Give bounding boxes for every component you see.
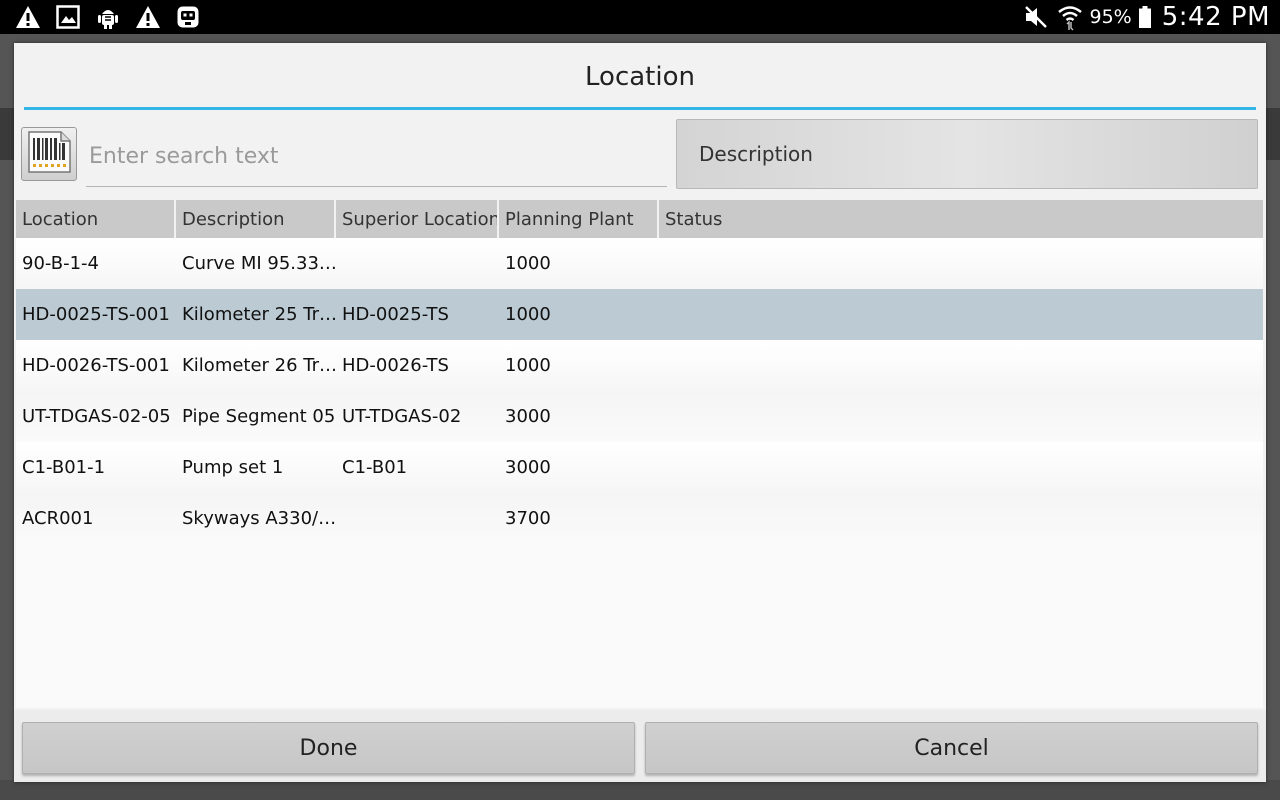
table-header: Location Description Superior Location P… <box>16 200 1263 238</box>
cell-location: UT-TDGAS-02-05 <box>22 406 171 427</box>
cell-superior-location: C1-B01 <box>342 457 408 478</box>
cell-superior-location: UT-TDGAS-02 <box>342 406 462 427</box>
cell-status <box>659 442 1263 493</box>
cell-planning-plant: 1000 <box>505 355 551 376</box>
cell-location: HD-0026-TS-001 <box>22 355 170 376</box>
status-bar: 95% 5:42 PM <box>0 0 1280 34</box>
dialog-title: Location <box>585 61 695 92</box>
dialog-footer: Done Cancel <box>14 710 1266 782</box>
cell-superior-location <box>336 238 499 289</box>
mute-icon <box>1022 3 1050 31</box>
cell-superior-location <box>336 493 499 544</box>
warning-icon <box>134 3 162 31</box>
warning-icon <box>14 3 42 31</box>
table-row[interactable]: HD-0026-TS-001 Kilometer 26 Tr… HD-0026-… <box>16 340 1263 391</box>
table-row[interactable]: UT-TDGAS-02-05 Pipe Segment 05 UT-TDGAS-… <box>16 391 1263 442</box>
cancel-button[interactable]: Cancel <box>645 722 1258 774</box>
cell-description: Kilometer 25 Tr… <box>182 304 336 325</box>
search-input[interactable] <box>86 127 667 187</box>
done-button[interactable]: Done <box>22 722 635 774</box>
battery-icon <box>1138 3 1152 31</box>
title-divider <box>24 107 1256 110</box>
location-dialog: Location Description <box>14 43 1266 782</box>
cell-description: Kilometer 26 Tr… <box>182 355 336 376</box>
column-header-description[interactable]: Description <box>176 200 336 238</box>
battery-percent: 95% <box>1089 6 1132 28</box>
clock: 5:42 PM <box>1161 2 1270 32</box>
image-icon <box>54 3 82 31</box>
table-row-selected[interactable]: HD-0025-TS-001 Kilometer 25 Tr… HD-0025-… <box>16 289 1263 340</box>
table-row[interactable]: ACR001 Skyways A330/… 3700 <box>16 493 1263 544</box>
cell-status <box>659 391 1263 442</box>
cell-planning-plant: 3000 <box>505 406 551 427</box>
column-header-location[interactable]: Location <box>16 200 176 238</box>
table-row[interactable]: 90-B-1-4 Curve MI 95.33… 1000 <box>16 238 1263 289</box>
column-header-status[interactable]: Status <box>659 200 1263 238</box>
background-content <box>0 780 1280 800</box>
notification-icons <box>14 3 202 31</box>
cell-status <box>659 238 1263 289</box>
cell-status <box>659 493 1263 544</box>
cell-location: 90-B-1-4 <box>22 253 100 274</box>
barcode-scan-button[interactable] <box>21 127 77 181</box>
column-header-planning-plant[interactable]: Planning Plant <box>499 200 659 238</box>
wifi-icon <box>1056 3 1084 31</box>
cell-superior-location: HD-0025-TS <box>342 304 449 325</box>
table-row[interactable]: C1-B01-1 Pump set 1 C1-B01 3000 <box>16 442 1263 493</box>
cell-location: HD-0025-TS-001 <box>22 304 170 325</box>
cell-description: Skyways A330/… <box>182 508 336 529</box>
cell-planning-plant: 1000 <box>505 253 551 274</box>
barcode-icon <box>24 129 74 179</box>
column-header-superior-location[interactable]: Superior Location <box>336 200 499 238</box>
cell-planning-plant: 3000 <box>505 457 551 478</box>
cell-status <box>659 289 1263 340</box>
cell-location: ACR001 <box>22 508 94 529</box>
cell-superior-location: HD-0026-TS <box>342 355 449 376</box>
location-table: Location Description Superior Location P… <box>16 200 1263 708</box>
cell-description: Pipe Segment 05 <box>182 406 336 427</box>
cell-location: C1-B01-1 <box>22 457 106 478</box>
system-status: 95% 5:42 PM <box>1022 0 1271 34</box>
robot-icon <box>174 3 202 31</box>
cell-description: Pump set 1 <box>182 457 284 478</box>
cell-status <box>659 340 1263 391</box>
android-debug-icon <box>94 3 122 31</box>
search-field-selector[interactable]: Description <box>676 119 1258 189</box>
cell-planning-plant: 3700 <box>505 508 551 529</box>
cell-description: Curve MI 95.33… <box>182 253 336 274</box>
cell-planning-plant: 1000 <box>505 304 551 325</box>
